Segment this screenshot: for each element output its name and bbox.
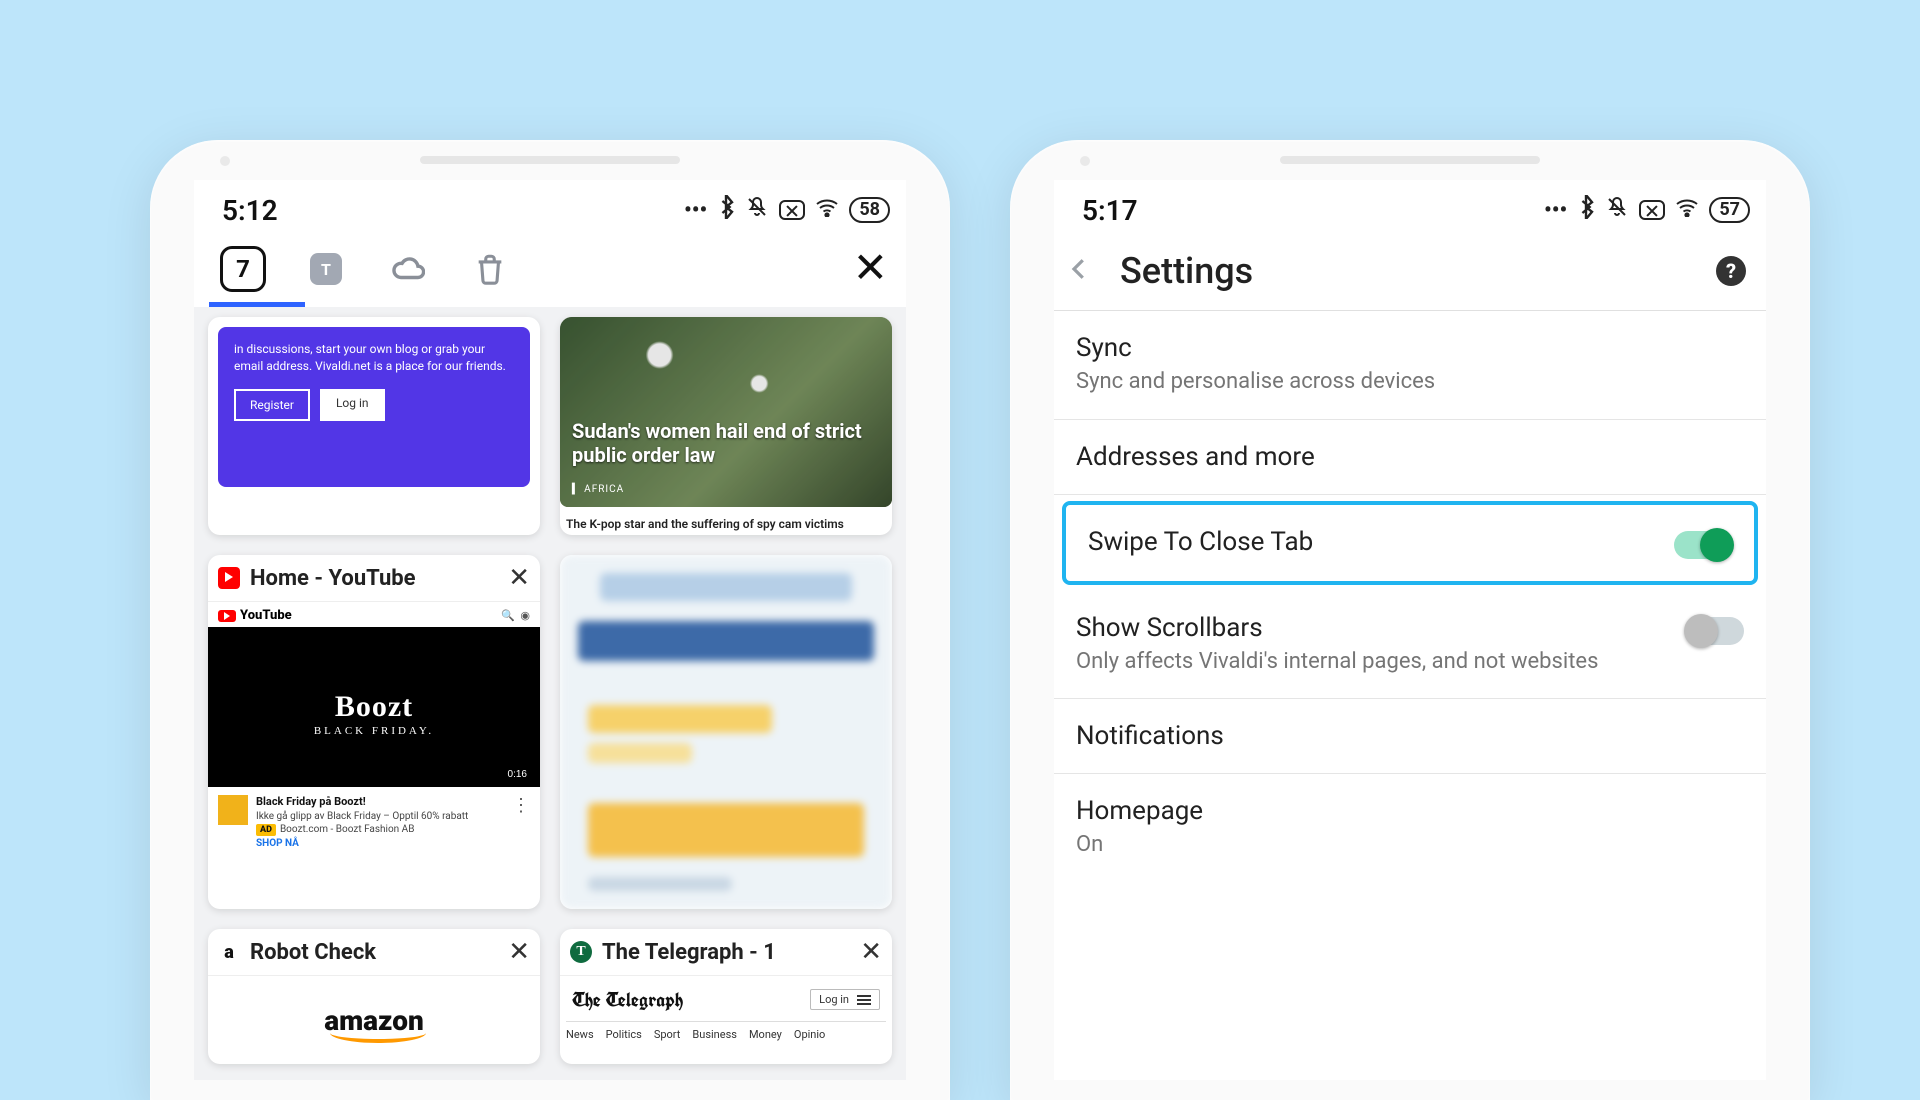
bezel	[150, 140, 950, 180]
close-all-tabs-button[interactable]	[468, 247, 512, 291]
amazon-preview: amazon	[208, 976, 540, 1064]
settings-row-sync[interactable]: Sync Sync and personalise across devices	[1054, 311, 1766, 420]
telegraph-icon	[570, 941, 592, 963]
settings-row-swipe-to-close[interactable]: Swipe To Close Tab	[1062, 501, 1758, 585]
settings-row-homepage[interactable]: Homepage On	[1054, 774, 1766, 882]
more-icon: •••	[1544, 198, 1567, 223]
close-tab-button[interactable]: ✕	[860, 939, 882, 965]
amazon-icon	[218, 941, 240, 963]
battery-indicator: 58	[849, 197, 890, 223]
status-icons: ••• 57	[1544, 195, 1750, 225]
bluetooth-icon	[717, 195, 735, 225]
youtube-logo: YouTube	[218, 608, 292, 623]
news-headline: Sudan's women hail end of strict public …	[572, 419, 880, 467]
wifi-icon	[1675, 197, 1699, 223]
settings-header: Settings ?	[1054, 240, 1766, 310]
tab-title: The Telegraph - 1	[602, 940, 850, 965]
news-tag: ▍ AFRICA	[572, 484, 624, 495]
video-thumbnail: Boozt BLACK FRIDAY. 0:16	[208, 627, 540, 787]
phone-tabs: 5:12 ••• 58 7	[150, 140, 950, 1100]
screen-right: 5:17 ••• 57	[1054, 180, 1766, 1080]
video-meta: Black Friday på Boozt! Ikke gå glipp av …	[208, 787, 540, 850]
clock: 5:12	[222, 194, 278, 227]
tab-card-news[interactable]: Sudan's women hail end of strict public …	[560, 317, 892, 535]
tab-card-blurred[interactable]	[560, 555, 892, 909]
telegraph-nav: News Politics Sport Business Money Opini…	[566, 1021, 886, 1041]
yt-header-icons: 🔍 ◉	[501, 609, 530, 622]
tab-title: Robot Check	[250, 940, 498, 965]
video-duration: 0:16	[503, 768, 532, 781]
tab-card-vivaldi[interactable]: in discussions, start your own blog or g…	[208, 317, 540, 535]
clock: 5:17	[1082, 194, 1138, 227]
tabs-grid[interactable]: in discussions, start your own blog or g…	[194, 307, 906, 1080]
tab-switcher-toolbar: 7 T ✕	[194, 240, 906, 302]
mute-icon	[1605, 195, 1629, 225]
telegraph-login: Log in	[810, 989, 880, 1010]
status-icons: ••• 58	[684, 195, 890, 225]
settings-list[interactable]: Sync Sync and personalise across devices…	[1054, 310, 1766, 882]
news-subheadline: The K-pop star and the suffering of spy …	[560, 507, 892, 535]
settings-title: Settings	[1120, 250, 1690, 292]
hamburger-icon	[857, 995, 871, 1005]
status-bar: 5:17 ••• 57	[1054, 180, 1766, 240]
mute-icon	[745, 195, 769, 225]
tab-card-amazon[interactable]: Robot Check ✕ amazon	[208, 929, 540, 1064]
scrollbars-toggle[interactable]	[1686, 617, 1744, 645]
close-tab-switcher-button[interactable]: ✕	[853, 248, 888, 290]
close-tab-button[interactable]: ✕	[508, 939, 530, 965]
tab-card-telegraph[interactable]: The Telegraph - 1 ✕ The Telegraph Log in	[560, 929, 892, 1064]
private-tabs-button[interactable]: T	[304, 247, 348, 291]
telegraph-preview: The Telegraph Log in News Politics Sport…	[560, 976, 892, 1041]
swipe-to-close-toggle[interactable]	[1674, 531, 1732, 559]
blurred-preview	[560, 555, 892, 909]
back-button[interactable]	[1064, 254, 1094, 288]
vivaldi-text: in discussions, start your own blog or g…	[234, 341, 514, 375]
vivaldi-login-button[interactable]: Log in	[320, 389, 385, 422]
vivaldi-register-button[interactable]: Register	[234, 389, 310, 422]
screen-left: 5:12 ••• 58 7	[194, 180, 906, 1080]
sim-off-icon	[779, 200, 805, 220]
bluetooth-icon	[1577, 195, 1595, 225]
sim-off-icon	[1639, 200, 1665, 220]
bezel	[1010, 140, 1810, 180]
battery-indicator: 57	[1709, 197, 1750, 223]
stage: 5:12 ••• 58 7	[0, 0, 1920, 1080]
close-tab-button[interactable]: ✕	[508, 565, 530, 591]
settings-row-addresses[interactable]: Addresses and more	[1054, 420, 1766, 495]
youtube-icon	[218, 567, 240, 589]
tab-title: Home - YouTube	[250, 566, 498, 591]
wifi-icon	[815, 197, 839, 223]
phone-settings: 5:17 ••• 57	[1010, 140, 1810, 1100]
help-button[interactable]: ?	[1716, 256, 1746, 286]
settings-row-scrollbars[interactable]: Show Scrollbars Only affects Vivaldi's i…	[1054, 591, 1766, 700]
news-preview: Sudan's women hail end of strict public …	[560, 317, 892, 507]
tab-card-youtube[interactable]: Home - YouTube ✕ YouTube 🔍 ◉ Boozt BLACK…	[208, 555, 540, 909]
more-icon: •••	[684, 198, 707, 223]
vivaldi-preview: in discussions, start your own blog or g…	[218, 327, 530, 487]
synced-tabs-button[interactable]	[386, 247, 430, 291]
tab-count-button[interactable]: 7	[220, 246, 266, 292]
settings-row-notifications[interactable]: Notifications	[1054, 699, 1766, 774]
status-bar: 5:12 ••• 58	[194, 180, 906, 240]
